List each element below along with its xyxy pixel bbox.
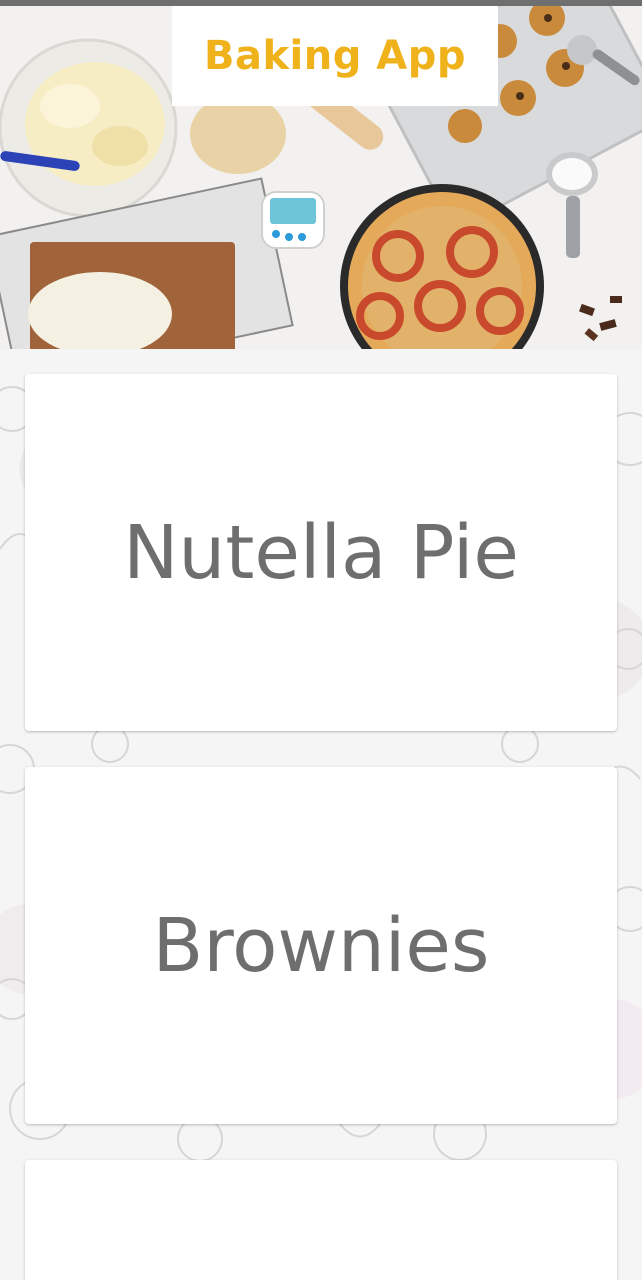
recipe-card-partial[interactable]: [25, 1160, 617, 1280]
recipe-card-brownies[interactable]: Brownies: [25, 767, 617, 1124]
recipe-list[interactable]: Nutella Pie Brownies: [0, 349, 642, 1280]
recipe-card-nutella-pie[interactable]: Nutella Pie: [25, 374, 617, 731]
app-title: Baking App: [203, 33, 467, 79]
recipe-name: Nutella Pie: [123, 509, 519, 596]
recipe-name: Brownies: [152, 902, 490, 989]
app-title-banner: Baking App: [172, 6, 498, 106]
